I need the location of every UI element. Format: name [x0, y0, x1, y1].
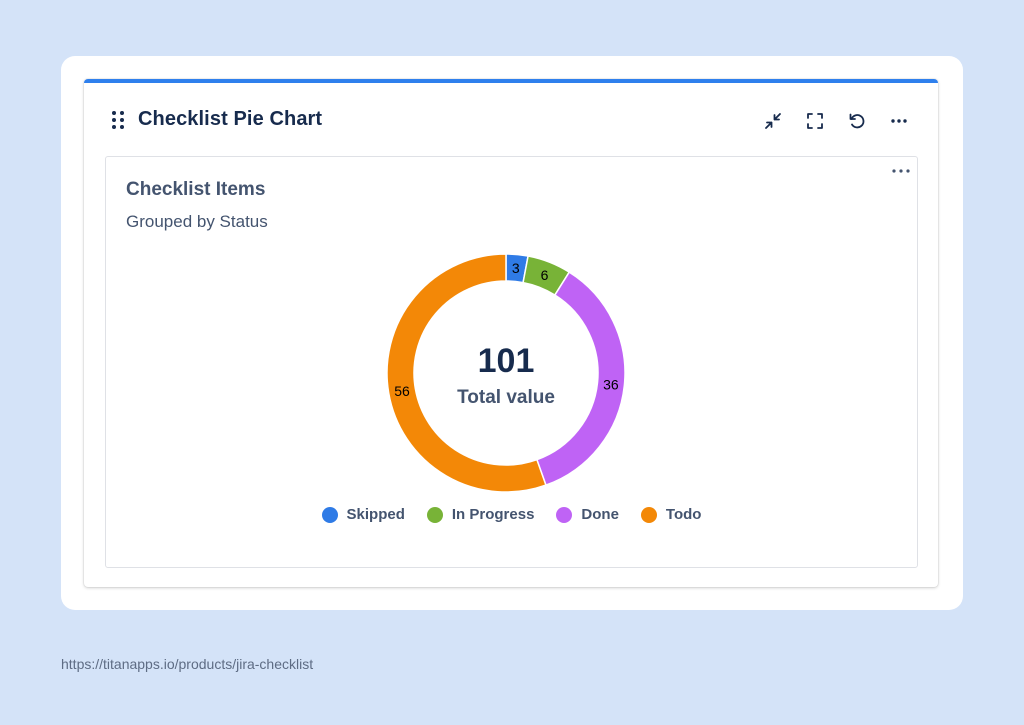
legend-item-done[interactable]: Done [556, 506, 619, 523]
legend-marker [556, 506, 573, 523]
donut-data-label: 36 [603, 376, 619, 392]
legend-label: Todo [665, 506, 702, 523]
legend-label: Skipped [346, 506, 405, 523]
refresh-button[interactable] [842, 107, 872, 135]
legend-item-todo[interactable]: Todo [640, 506, 702, 523]
legend-marker [321, 506, 338, 523]
refresh-icon [849, 113, 865, 129]
drag-handle-icon[interactable] [112, 111, 126, 131]
donut-center-label: Total value [457, 387, 555, 408]
donut-data-label: 3 [512, 260, 520, 276]
gadget-toolbar [758, 107, 914, 135]
chart-panel: Checklist Items Grouped by Status 3 6 36 56… [105, 156, 918, 568]
gadget-accent-bar [84, 79, 938, 83]
more-icon [891, 119, 907, 123]
more-button[interactable] [884, 107, 914, 135]
fullscreen-icon [807, 113, 823, 129]
fullscreen-button[interactable] [800, 107, 830, 135]
minimize-button[interactable] [758, 107, 788, 135]
gadget-container: Checklist Pie Chart Checklist Items Grou… [84, 79, 938, 587]
chart-legend: Skipped In Progress Done Todo [106, 506, 917, 523]
footer-url: https://titanapps.io/products/jira-check… [61, 656, 314, 672]
donut-data-label: 56 [394, 383, 410, 399]
legend-item-skipped[interactable]: Skipped [321, 506, 405, 523]
legend-label: Done [581, 506, 619, 523]
legend-item-in-progress[interactable]: In Progress [426, 506, 535, 523]
legend-marker [426, 506, 443, 523]
minimize-icon [765, 113, 781, 129]
donut-center-value: 101 [478, 342, 535, 380]
legend-marker [640, 506, 657, 523]
legend-label: In Progress [451, 506, 535, 523]
donut-data-label: 6 [541, 267, 549, 283]
gadget-title: Checklist Pie Chart [138, 108, 323, 130]
